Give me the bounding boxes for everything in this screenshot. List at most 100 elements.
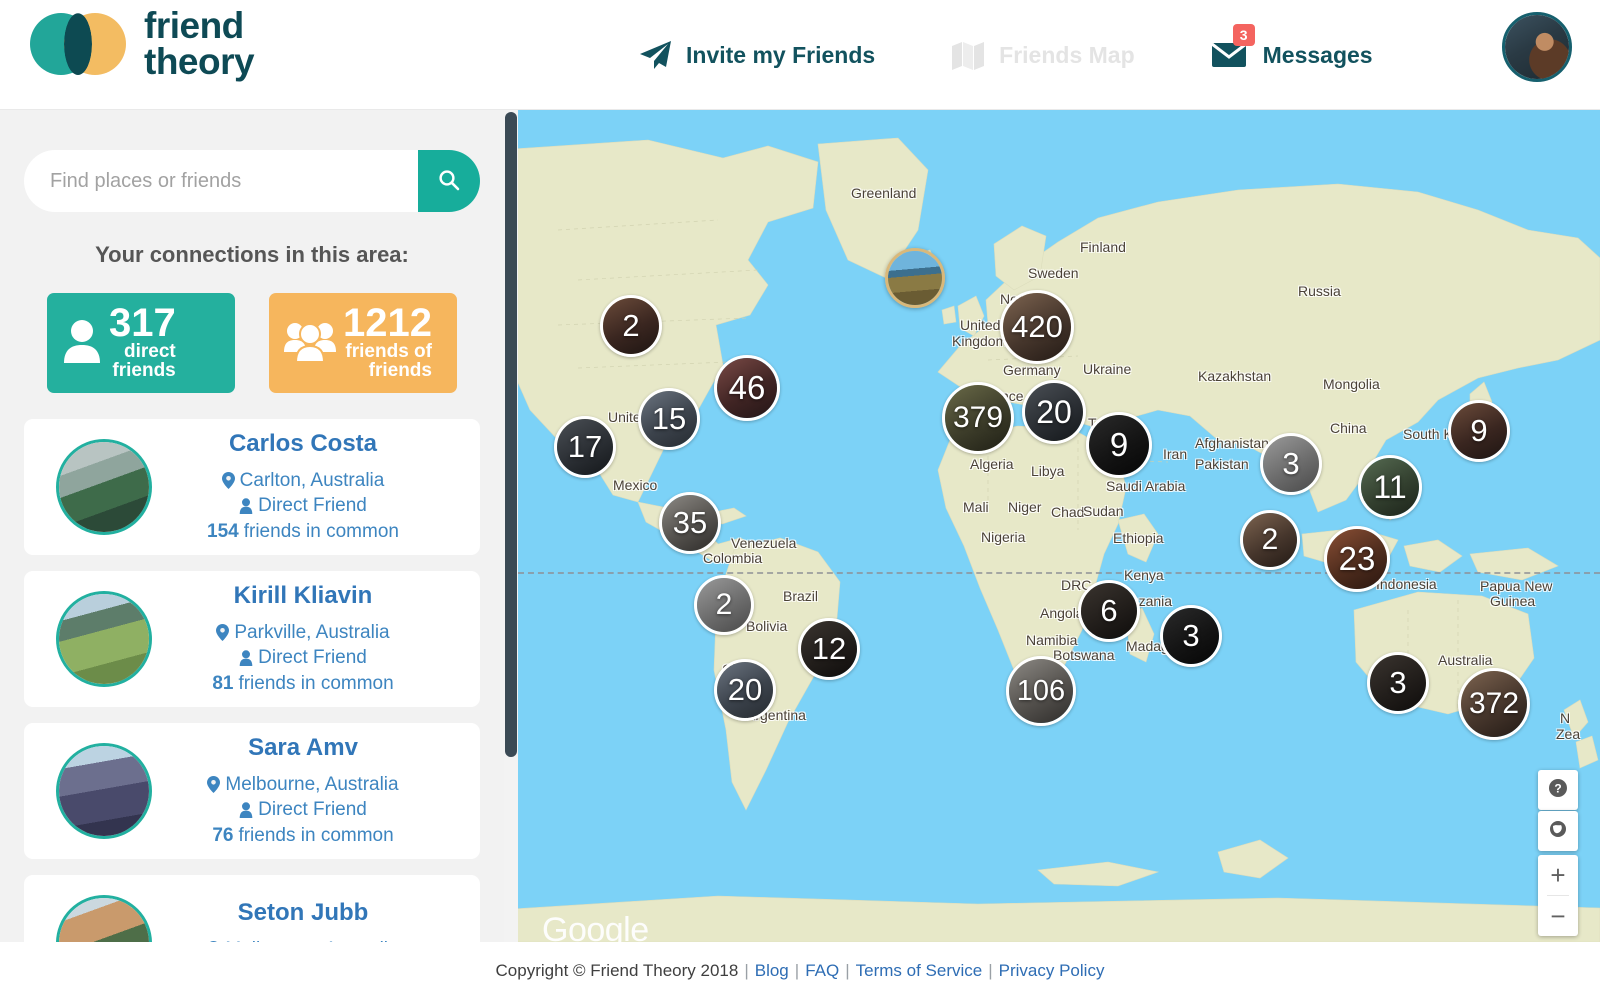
map-cluster-marker[interactable]: 2 xyxy=(1240,510,1300,570)
location-pin-icon xyxy=(207,776,221,794)
friend-location-text: Melbourne, Australia xyxy=(225,774,399,796)
friend-location-text: Parkville, Australia xyxy=(234,622,390,644)
map-cluster-marker[interactable]: 20 xyxy=(714,659,776,721)
user-avatar[interactable] xyxy=(1502,12,1572,82)
map-cluster-marker[interactable]: 9 xyxy=(1448,400,1510,462)
help-button[interactable]: ? xyxy=(1538,770,1578,810)
messages-unread-badge: 3 xyxy=(1232,24,1255,46)
my-location-avatar[interactable] xyxy=(885,248,945,308)
map-cluster-marker[interactable]: 23 xyxy=(1324,526,1390,592)
main-navigation: Invite my Friends Friends Map 3 Messages xyxy=(600,0,1411,110)
map-cluster-marker[interactable]: 106 xyxy=(1006,656,1076,726)
friend-common-number: 81 xyxy=(212,672,234,694)
stat-friends-of-friends[interactable]: 1212 friends of friends xyxy=(269,293,457,393)
map-cluster-marker[interactable]: 372 xyxy=(1458,668,1530,740)
friend-relation-text: Direct Friend xyxy=(258,647,367,669)
map-cluster-marker[interactable]: 2 xyxy=(694,575,754,635)
footer-sep-4: | xyxy=(988,961,993,980)
friend-common-label: friends in common xyxy=(238,672,394,694)
friend-card[interactable]: Sara Amv Melbourne, Australia Direct Frien… xyxy=(24,723,480,859)
map-cluster-marker[interactable]: 2 xyxy=(600,295,662,357)
friend-common-label: friends in common xyxy=(238,824,394,846)
map-cluster-marker[interactable]: 35 xyxy=(659,492,721,554)
my-location-avatar-image xyxy=(888,251,942,305)
cluster-count: 2 xyxy=(715,588,733,621)
friends-world-map[interactable]: GreenlandFinlandSwedenNorwayRussiaUnited… xyxy=(518,110,1600,942)
nav-messages-label: Messages xyxy=(1262,41,1373,68)
brand-line-2: theory xyxy=(144,41,255,83)
streetview-globe-button[interactable] xyxy=(1538,811,1578,851)
friend-avatar-image xyxy=(59,898,149,942)
map-cluster-marker[interactable]: 3 xyxy=(1260,433,1322,495)
person-icon xyxy=(239,650,253,666)
search-input[interactable] xyxy=(24,150,480,212)
friend-result-list: Carlos Costa Carlton, Australia Direct Fri… xyxy=(0,419,504,942)
location-pin-icon xyxy=(216,624,230,642)
left-sidebar: Your connections in this area: 317 direc… xyxy=(0,110,504,942)
friend-common-number: 154 xyxy=(207,520,239,542)
stat-direct-friends[interactable]: 317 direct friends xyxy=(47,293,235,393)
sidebar-scrollbar-thumb[interactable] xyxy=(505,112,517,757)
friend-avatar-image xyxy=(59,594,149,684)
cluster-count: 2 xyxy=(1261,523,1279,556)
map-cluster-marker[interactable]: 3 xyxy=(1367,652,1429,714)
map-cluster-marker[interactable]: 20 xyxy=(1022,380,1086,444)
friend-name[interactable]: Carlos Costa xyxy=(152,430,454,458)
map-cluster-marker[interactable]: 12 xyxy=(798,618,860,680)
stat-direct-label-2: friends xyxy=(112,360,176,382)
sidebar-scrollbar[interactable] xyxy=(504,110,518,942)
cluster-count: 15 xyxy=(651,401,687,436)
brand-logo[interactable]: friend theory xyxy=(30,5,255,83)
location-pin-icon xyxy=(221,472,235,490)
brand-line-1: friend xyxy=(144,5,244,46)
map-cluster-marker[interactable]: 11 xyxy=(1358,455,1422,519)
friend-avatar[interactable] xyxy=(56,591,152,687)
search-button[interactable] xyxy=(418,150,480,212)
friend-card[interactable]: Carlos Costa Carlton, Australia Direct Fri… xyxy=(24,419,480,555)
map-cluster-marker[interactable]: 15 xyxy=(638,388,700,450)
map-cluster-marker[interactable]: 6 xyxy=(1078,580,1140,642)
footer-link-privacy[interactable]: Privacy Policy xyxy=(999,961,1105,981)
cluster-count: 3 xyxy=(1389,665,1407,700)
map-cluster-marker[interactable]: 17 xyxy=(554,416,616,478)
person-icon xyxy=(239,802,253,818)
cluster-count: 6 xyxy=(1100,593,1118,628)
venn-logo-icon xyxy=(30,13,126,76)
friend-location: Carlton, Australia xyxy=(152,468,454,493)
globe-icon xyxy=(1548,819,1568,844)
friend-avatar[interactable] xyxy=(56,439,152,535)
zoom-out-button[interactable]: − xyxy=(1538,896,1578,936)
question-mark-icon: ? xyxy=(1548,778,1568,803)
cluster-count: 372 xyxy=(1468,687,1520,720)
nav-invite-my-friends[interactable]: Invite my Friends xyxy=(600,40,913,70)
map-cluster-marker[interactable]: 3 xyxy=(1160,605,1222,667)
stat-direct-label-1: direct xyxy=(124,341,176,363)
map-cluster-marker[interactable]: 379 xyxy=(942,382,1014,454)
footer-sep-1: | xyxy=(744,961,749,980)
friend-avatar[interactable] xyxy=(56,743,152,839)
friend-card[interactable]: Kirill Kliavin Parkville, Australia Direct… xyxy=(24,571,480,707)
map-cluster-marker[interactable]: 9 xyxy=(1086,412,1152,478)
friend-name[interactable]: Sara Amv xyxy=(152,734,454,762)
footer-copyright: Copyright © Friend Theory 2018 xyxy=(495,961,739,980)
friend-avatar[interactable] xyxy=(56,895,152,942)
friend-common-number: 76 xyxy=(212,824,234,846)
friend-name[interactable]: Kirill Kliavin xyxy=(152,582,454,610)
map-cluster-marker[interactable]: 420 xyxy=(1000,290,1074,364)
cluster-count: 2 xyxy=(622,308,640,343)
friend-common-label: friends in common xyxy=(243,520,399,542)
nav-messages[interactable]: 3 Messages xyxy=(1173,24,1411,70)
footer-link-blog[interactable]: Blog xyxy=(755,961,789,981)
connection-stats: 317 direct friends 1212 friends of frien… xyxy=(0,293,504,393)
friend-relation: Direct Friend xyxy=(152,493,454,518)
friend-common-count: 76 friends in common xyxy=(152,823,454,848)
map-cluster-marker[interactable]: 46 xyxy=(714,355,780,421)
nav-friends-map[interactable]: Friends Map xyxy=(913,40,1172,70)
friend-card[interactable]: Seton JubbMelbourne, AustraliaDirect Fri… xyxy=(24,875,480,942)
cluster-count: 3 xyxy=(1282,446,1300,481)
footer-link-terms[interactable]: Terms of Service xyxy=(856,961,983,981)
cluster-count: 11 xyxy=(1373,468,1407,505)
footer-link-faq[interactable]: FAQ xyxy=(805,961,839,981)
zoom-in-button[interactable]: + xyxy=(1538,855,1578,895)
friend-name[interactable]: Seton Jubb xyxy=(152,899,454,927)
